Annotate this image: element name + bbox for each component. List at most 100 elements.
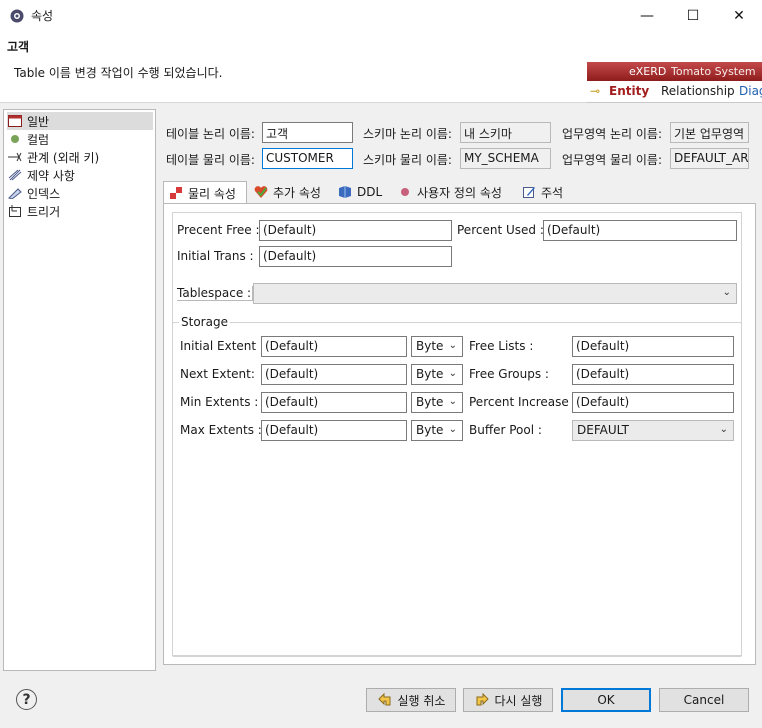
free-lists-label: Free Lists : (469, 339, 534, 353)
undo-label: 실행 취소 (397, 693, 446, 708)
unit-value: Byte (416, 367, 444, 381)
physical-name-label: 테이블 물리 이름: (166, 153, 255, 167)
logical-name-input[interactable]: 고객 (262, 122, 353, 143)
tab-label: 물리 속성 (188, 186, 236, 201)
min-extents-unit-select[interactable]: Byte ⌄ (411, 392, 463, 413)
column-dot-icon (7, 132, 23, 146)
max-extents-unit-select[interactable]: Byte ⌄ (411, 420, 463, 441)
percent-used-label: Percent Used : (457, 223, 544, 237)
chevron-down-icon: ⌄ (719, 424, 728, 435)
tab-label: DDL (357, 185, 383, 199)
tree-item-indexes[interactable]: 인덱스 (7, 184, 153, 202)
comment-icon (521, 185, 537, 199)
tab-physical-attributes[interactable]: 물리 속성 (163, 181, 247, 204)
ok-button[interactable]: OK (561, 688, 651, 712)
tab-ddl[interactable]: DDL (333, 181, 389, 203)
percent-used-input[interactable]: (Default) (543, 220, 737, 241)
tree-item-relations[interactable]: 관계 (외래 키) (7, 148, 153, 166)
tab-comment[interactable]: 주석 (517, 181, 573, 203)
buffer-pool-value: DEFAULT (577, 423, 629, 437)
table-icon (7, 114, 23, 128)
unit-value: Byte (416, 423, 444, 437)
tree-item-label: 컬럼 (27, 132, 50, 147)
area-logical-field: 기본 업무영역 (670, 122, 749, 143)
index-icon (7, 186, 23, 200)
erd-tab-relationship[interactable]: Relationship (661, 84, 735, 98)
chevron-down-icon: ⌄ (448, 368, 457, 379)
help-icon[interactable]: ? (16, 689, 37, 710)
minimize-button[interactable]: — (624, 0, 670, 31)
redo-button[interactable]: 다시 실행 (463, 688, 553, 712)
unit-value: Byte (416, 339, 444, 353)
erd-tab-entity[interactable]: Entity (609, 84, 649, 98)
extra-attr-icon (253, 185, 269, 199)
initial-extent-unit-select[interactable]: Byte ⌄ (411, 336, 463, 357)
cancel-button[interactable]: Cancel (659, 688, 749, 712)
chevron-down-icon: ⌄ (448, 396, 457, 407)
chevron-down-icon: ⌄ (448, 424, 457, 435)
tree-item-constraints[interactable]: 제약 사항 (7, 166, 153, 184)
chevron-down-icon: ⌄ (722, 287, 731, 298)
physical-attr-icon (168, 186, 184, 200)
tree-item-columns[interactable]: 컬럼 (7, 130, 153, 148)
tab-extra-attributes[interactable]: 추가 속성 (249, 181, 331, 203)
area-physical-field: DEFAULT_AREA (670, 148, 749, 169)
min-extents-input[interactable]: (Default) (261, 392, 407, 413)
percent-free-label: Precent Free : (177, 223, 260, 237)
initial-trans-input[interactable]: (Default) (259, 246, 452, 267)
schema-physical-field: MY_SCHEMA (460, 148, 551, 169)
property-tree: 일반 컬럼 관계 (외래 키) 제약 사항 인덱스 트리거 (3, 109, 156, 671)
next-extent-label: Next Extent: (180, 367, 255, 381)
erd-tab-diag[interactable]: Diag (739, 84, 762, 98)
trigger-icon (7, 204, 23, 218)
max-extents-label: Max Extents : (180, 423, 262, 437)
maximize-button[interactable]: ☐ (670, 0, 716, 31)
tablespace-select[interactable]: ⌄ (253, 283, 737, 304)
user-attr-icon (397, 185, 413, 199)
tab-label: 주석 (541, 185, 564, 200)
redo-label: 다시 실행 (494, 693, 543, 708)
tree-item-label: 트리거 (27, 204, 61, 219)
undo-arrow-icon (377, 693, 393, 707)
tree-item-triggers[interactable]: 트리거 (7, 202, 153, 220)
percent-increase-input[interactable]: (Default) (572, 392, 734, 413)
tree-item-label: 인덱스 (27, 186, 61, 201)
tab-user-defined-attributes[interactable]: 사용자 정의 속성 (393, 181, 515, 203)
erd-banner: eXERD Tomato System ⊸ Entity Relationshi… (587, 62, 762, 103)
schema-logical-field: 내 스키마 (460, 122, 551, 143)
initial-trans-label: Initial Trans : (177, 249, 254, 263)
redo-arrow-icon (474, 693, 490, 707)
tree-item-label: 관계 (외래 키) (27, 150, 100, 165)
dialog-header: 고객 Table 이름 변경 작업이 수행 되었습니다. eXERD Tomat… (0, 31, 762, 103)
schema-physical-label: 스키마 물리 이름: (363, 153, 452, 167)
initial-extent-input[interactable]: (Default) (261, 336, 407, 357)
free-groups-input[interactable]: (Default) (572, 364, 734, 385)
erd-tabs: ⊸ Entity Relationship Diag (587, 81, 762, 103)
initial-extent-label: Initial Extent : (180, 339, 264, 353)
unit-value: Byte (416, 395, 444, 409)
free-lists-input[interactable]: (Default) (572, 336, 734, 357)
tree-item-label: 일반 (27, 114, 50, 129)
percent-free-input[interactable]: (Default) (259, 220, 452, 241)
buffer-pool-label: Buffer Pool : (469, 423, 542, 437)
tree-item-general[interactable]: 일반 (7, 112, 153, 130)
erd-brand: eXERD (629, 65, 667, 78)
undo-button[interactable]: 실행 취소 (366, 688, 456, 712)
tree-item-label: 제약 사항 (27, 168, 75, 183)
tablespace-label: Tablespace : (177, 286, 254, 301)
percent-increase-label: Percent Increase : (469, 395, 577, 409)
buffer-pool-select[interactable]: DEFAULT ⌄ (572, 420, 734, 441)
min-extents-label: Min Extents : (180, 395, 259, 409)
max-extents-input[interactable]: (Default) (261, 420, 407, 441)
app-gear-icon (9, 8, 25, 24)
header-title: 고객 (7, 40, 30, 54)
physical-name-input[interactable]: CUSTOMER (262, 148, 353, 169)
window-title: 속성 (31, 9, 54, 23)
header-message: Table 이름 변경 작업이 수행 되었습니다. (14, 66, 223, 80)
close-button[interactable]: ✕ (716, 0, 762, 31)
relation-icon (7, 150, 23, 164)
free-groups-label: Free Groups : (469, 367, 549, 381)
next-extent-unit-select[interactable]: Byte ⌄ (411, 364, 463, 385)
ddl-icon (337, 185, 353, 199)
next-extent-input[interactable]: (Default) (261, 364, 407, 385)
